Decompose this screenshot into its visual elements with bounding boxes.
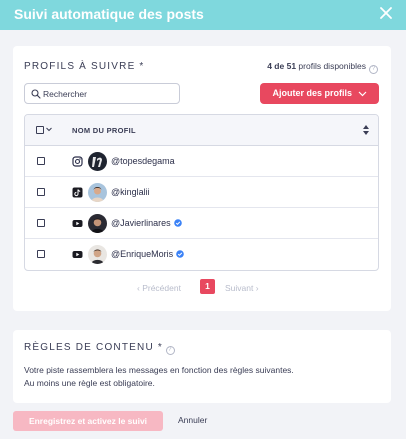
profile-handle[interactable]: @EnriqueMoris	[111, 249, 184, 259]
search-input[interactable]	[43, 86, 173, 101]
info-icon[interactable]: ?	[369, 65, 378, 74]
next-page-link[interactable]: Suivant ›	[225, 283, 259, 293]
row-checkbox[interactable]	[37, 250, 45, 258]
avatar	[88, 183, 107, 202]
row-checkbox[interactable]	[37, 188, 45, 196]
row-checkbox[interactable]	[37, 157, 45, 165]
verified-icon	[173, 219, 182, 227]
profile-handle[interactable]: @topesdegama	[111, 156, 175, 166]
rules-description: Votre piste rassemblera les messages en …	[24, 365, 294, 388]
avatar	[88, 152, 107, 171]
profile-handle[interactable]: @Javierlinares	[111, 218, 182, 228]
current-page[interactable]: 1	[200, 279, 215, 294]
avatar	[88, 214, 107, 233]
table-row: @topesdegama	[25, 146, 378, 177]
sort-icon[interactable]	[362, 124, 370, 136]
profiles-card: PROFILS À SUIVRE * 4 de 51 profils dispo…	[13, 46, 391, 311]
rules-card: RÈGLES DE CONTENU *? Votre piste rassemb…	[13, 330, 391, 403]
cancel-button[interactable]: Annuler	[178, 415, 207, 425]
table-row: @EnriqueMoris	[25, 239, 378, 270]
available-profiles: 4 de 51 profils disponibles?	[267, 61, 378, 74]
modal-title: Suivi automatique des posts	[14, 6, 204, 22]
select-all-checkbox[interactable]	[36, 126, 44, 134]
avatar	[88, 245, 107, 264]
info-icon[interactable]: ?	[165, 346, 175, 355]
pagination: ‹ Précédent 1 Suivant ›	[13, 279, 391, 297]
chevron-down-icon[interactable]	[46, 127, 52, 132]
row-checkbox[interactable]	[37, 219, 45, 227]
chevron-down-icon	[358, 91, 366, 96]
table-row: @Javierlinares	[25, 208, 378, 239]
available-count: 4 de 51	[267, 61, 297, 71]
add-profiles-label: Ajouter des profils	[272, 88, 352, 98]
verified-icon	[176, 250, 184, 258]
search-box[interactable]	[24, 83, 180, 104]
modal-header: Suivi automatique des posts	[0, 0, 406, 30]
youtube-icon	[72, 251, 83, 258]
profiles-section-title: PROFILS À SUIVRE *	[24, 61, 145, 72]
available-suffix: profils disponibles	[298, 61, 366, 71]
profiles-table: NOM DU PROFIL @topesdegama @kinglalii @J…	[24, 114, 379, 271]
table-header: NOM DU PROFIL	[25, 115, 378, 146]
previous-page-link[interactable]: ‹ Précédent	[137, 283, 181, 293]
close-icon[interactable]	[378, 5, 394, 21]
column-header-profile-name[interactable]: NOM DU PROFIL	[72, 126, 136, 135]
add-profiles-button[interactable]: Ajouter des profils	[260, 83, 379, 104]
profile-handle[interactable]: @kinglalii	[111, 187, 150, 197]
table-row: @kinglalii	[25, 177, 378, 208]
search-icon	[31, 89, 41, 99]
save-and-activate-button[interactable]: Enregistrez et activez le suivi	[13, 411, 163, 431]
tiktok-icon	[72, 187, 83, 198]
instagram-icon	[72, 156, 83, 167]
youtube-icon	[72, 220, 83, 227]
rules-section-title: RÈGLES DE CONTENU *?	[24, 342, 175, 355]
